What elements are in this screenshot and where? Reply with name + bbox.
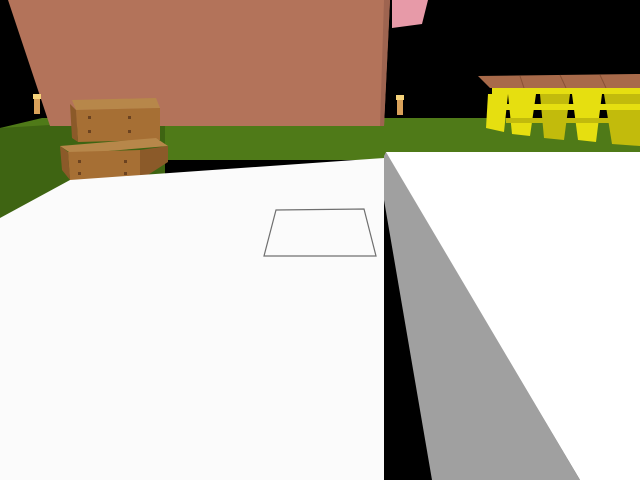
white-floor[interactable]: [0, 158, 384, 480]
terracotta-wall: [8, 0, 390, 126]
torch: [396, 95, 404, 115]
torch: [33, 94, 41, 114]
game-viewport[interactable]: [0, 0, 640, 480]
scene-canvas[interactable]: [0, 0, 640, 480]
wooden-chest[interactable]: [70, 98, 160, 142]
